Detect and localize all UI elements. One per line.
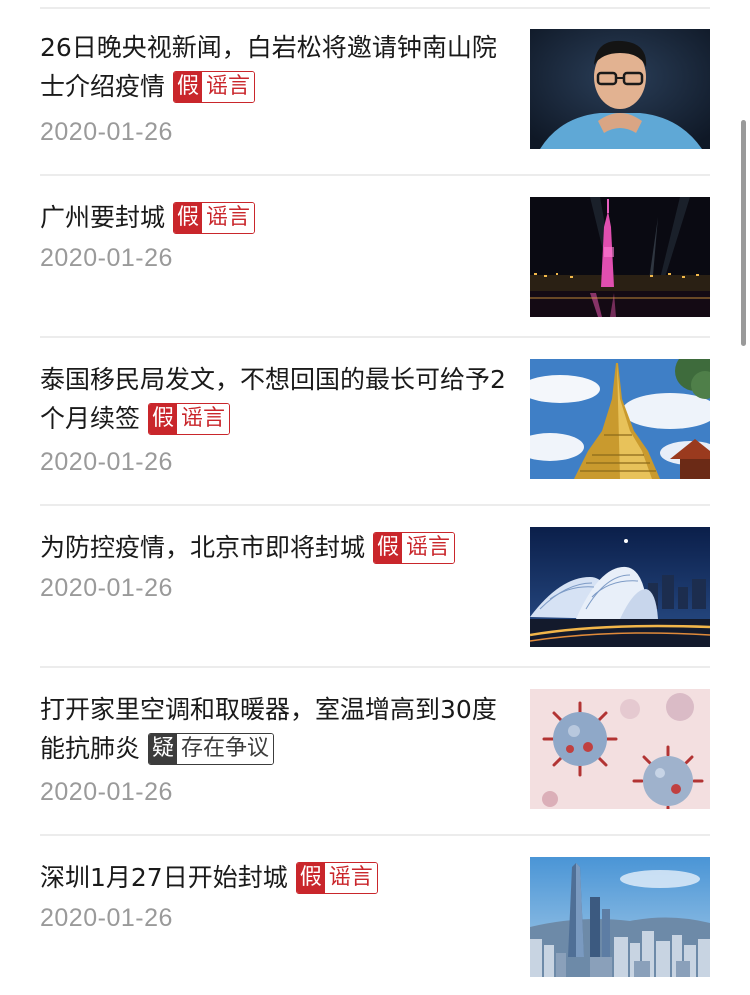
article-item[interactable]: 泰国移民局发文，不想回国的最长可给予2个月续签假谣言 2020-01-26 [40, 338, 710, 506]
rumor-tag: 假谣言 [173, 202, 256, 234]
article-title[interactable]: 为防控疫情，北京市即将封城假谣言 [40, 528, 510, 567]
article-title[interactable]: 26日晚央视新闻，白岩松将邀请钟南山院士介绍疫情假谣言 [40, 28, 510, 106]
portrait-man-photo[interactable] [530, 29, 710, 149]
tag-text: 谣言 [402, 533, 455, 563]
article-title-text: 广州要封城 [40, 203, 166, 232]
shenzhen-skyline-photo[interactable] [530, 857, 710, 977]
article-title-text: 泰国移民局发文，不想回国的最长可给予2个月续签 [40, 365, 506, 433]
article-title-text: 为防控疫情，北京市即将封城 [40, 533, 366, 562]
tag-text: 谣言 [177, 404, 230, 434]
golden-pagoda-photo[interactable] [530, 359, 710, 479]
tag-key: 疑 [149, 734, 178, 764]
article-item[interactable]: 打开家里空调和取暖器，室温增高到30度能抗肺炎疑存在争议 2020-01-26 [40, 668, 710, 836]
article-date: 2020-01-26 [40, 574, 173, 602]
article-item[interactable]: 深圳1月27日开始封城假谣言 2020-01-26 [40, 836, 710, 995]
article-title[interactable]: 泰国移民局发文，不想回国的最长可给予2个月续签假谣言 [40, 360, 510, 438]
tag-text: 存在争议 [177, 734, 274, 764]
rumor-tag: 假谣言 [173, 71, 256, 103]
article-title-text: 26日晚央视新闻，白岩松将邀请钟南山院士介绍疫情 [40, 33, 497, 101]
rumor-tag: 假谣言 [373, 532, 456, 564]
tag-text: 谣言 [202, 72, 255, 102]
article-date: 2020-01-26 [40, 904, 173, 932]
article-title[interactable]: 广州要封城假谣言 [40, 198, 510, 237]
rumor-tag: 假谣言 [295, 862, 378, 894]
tag-key: 假 [149, 404, 178, 434]
rumor-tag: 假谣言 [148, 403, 231, 435]
article-date: 2020-01-26 [40, 778, 173, 806]
article-date: 2020-01-26 [40, 448, 173, 476]
scrollbar[interactable] [741, 120, 746, 346]
article-date: 2020-01-26 [40, 244, 173, 272]
article-item[interactable]: 26日晚央视新闻，白岩松将邀请钟南山院士介绍疫情假谣言 2020-01-26 [40, 10, 710, 176]
article-title[interactable]: 打开家里空调和取暖器，室温增高到30度能抗肺炎疑存在争议 [40, 690, 510, 768]
virus-illustration-photo[interactable] [530, 689, 710, 809]
dispute-tag: 疑存在争议 [148, 733, 275, 765]
article-item[interactable]: 为防控疫情，北京市即将封城假谣言 2020-01-26 [40, 506, 710, 668]
beijing-night-city-photo[interactable] [530, 527, 710, 647]
tag-key: 假 [174, 72, 203, 102]
tag-key: 假 [174, 203, 203, 233]
top-divider [40, 7, 710, 9]
article-title-text: 深圳1月27日开始封城 [40, 863, 288, 892]
article-title[interactable]: 深圳1月27日开始封城假谣言 [40, 858, 510, 897]
tag-text: 谣言 [324, 863, 377, 893]
canton-tower-night-photo[interactable] [530, 197, 710, 317]
tag-key: 假 [296, 863, 325, 893]
tag-key: 假 [374, 533, 403, 563]
article-date: 2020-01-26 [40, 118, 173, 146]
tag-text: 谣言 [202, 203, 255, 233]
article-item[interactable]: 广州要封城假谣言 2020-01-26 [40, 176, 710, 338]
